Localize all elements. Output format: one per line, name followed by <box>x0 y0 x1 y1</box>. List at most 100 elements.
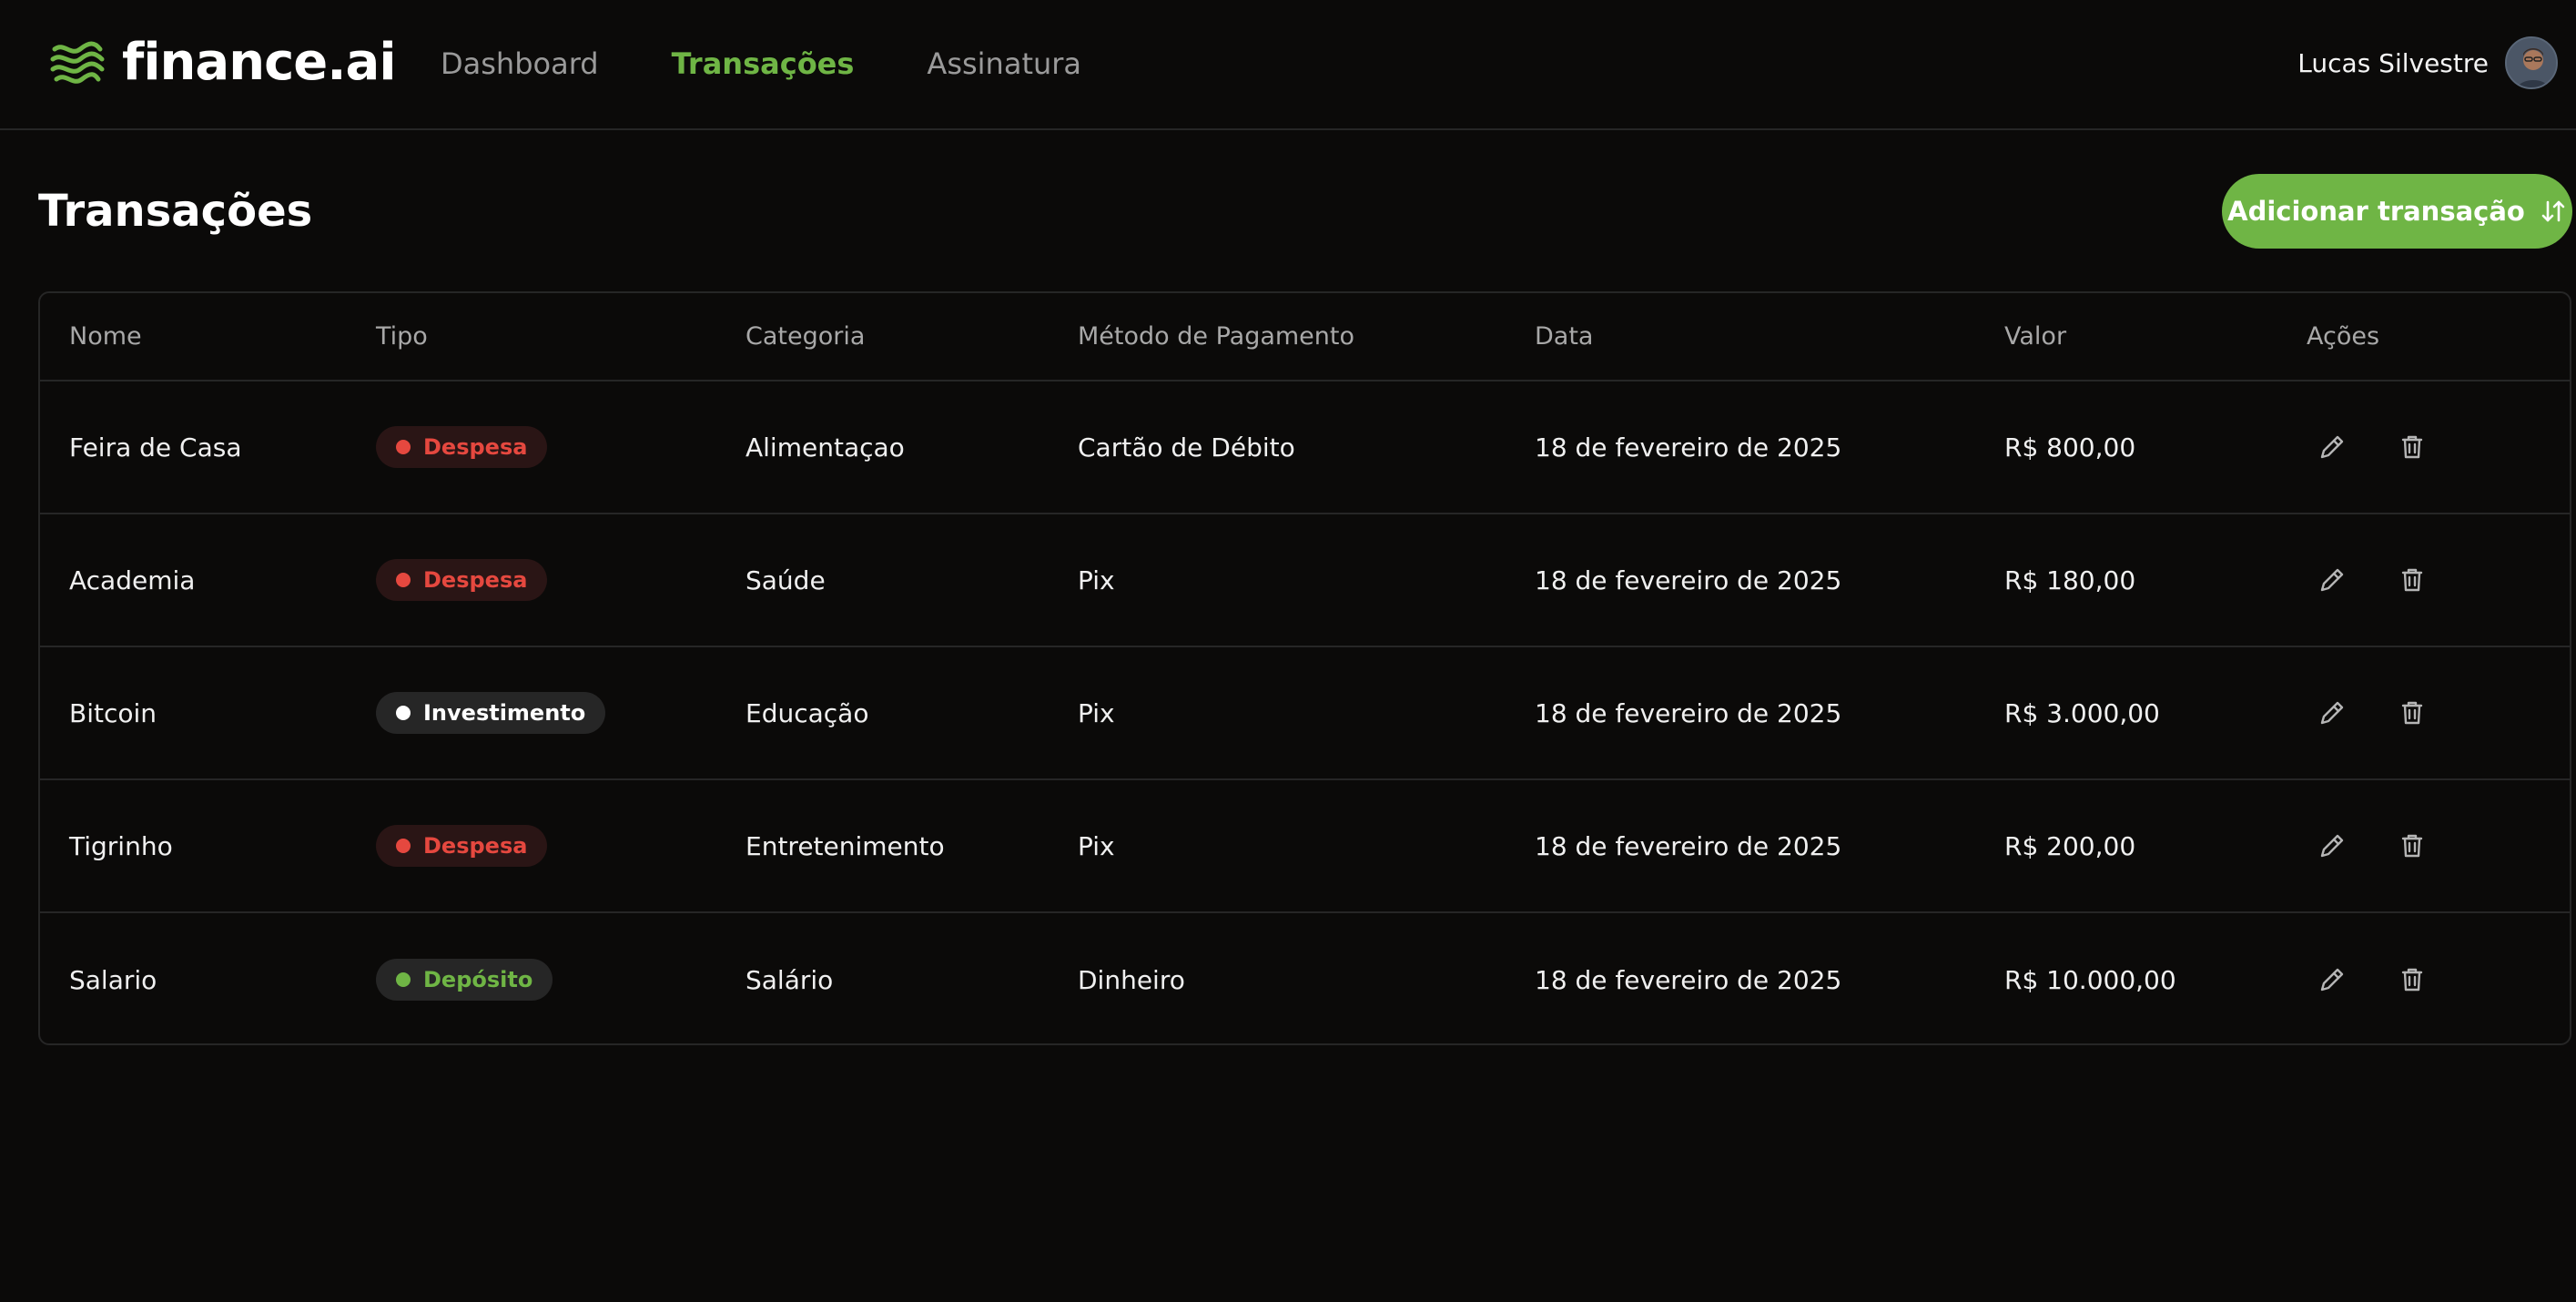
main-nav: Dashboard Transações Assinatura <box>441 44 1154 84</box>
table-row: Tigrinho Despesa Entretenimento Pix 18 de fe… <box>40 780 2570 913</box>
cell-metodo: Pix <box>1078 565 1115 595</box>
avatar-image <box>2507 38 2556 87</box>
cell-acoes <box>2307 647 2467 778</box>
type-badge: Depósito <box>376 959 553 1001</box>
cell-nome: Tigrinho <box>69 830 173 861</box>
table-row: Salario Depósito Salário Dinheiro 18 de feve… <box>40 913 2570 1043</box>
type-dot-icon <box>396 706 411 720</box>
edit-button[interactable] <box>2307 954 2358 1005</box>
edit-button[interactable] <box>2307 554 2358 605</box>
type-dot-icon <box>396 573 411 587</box>
cell-categoria: Saúde <box>745 565 826 595</box>
column-header-nome: Nome <box>69 322 142 351</box>
cell-nome: Bitcoin <box>69 697 157 728</box>
user-menu[interactable]: Lucas Silvestre <box>2297 36 2558 89</box>
cell-categoria: Entretenimento <box>745 830 945 861</box>
edit-button[interactable] <box>2307 687 2358 738</box>
nav-transacoes[interactable]: Transações <box>672 44 855 84</box>
column-header-valor: Valor <box>2004 322 2067 351</box>
page-title: Transações <box>38 186 313 237</box>
table-body: Feira de Casa Despesa Alimentaçao Cartão de… <box>40 381 2570 1043</box>
cell-nome: Salario <box>69 964 157 995</box>
cell-valor: R$ 10.000,00 <box>2004 964 2176 995</box>
trash-icon <box>2401 968 2423 992</box>
type-badge-label: Despesa <box>423 567 528 593</box>
cell-valor: R$ 180,00 <box>2004 565 2136 595</box>
delete-button[interactable] <box>2387 820 2438 871</box>
table-header-row: Nome Tipo Categoria Método de Pagamento … <box>40 293 2570 381</box>
pencil-icon <box>2320 968 2344 992</box>
table-row: Bitcoin Investimento Educação Pix 18 de feve… <box>40 647 2570 780</box>
cell-metodo: Pix <box>1078 697 1115 728</box>
cell-tipo: Despesa <box>376 780 548 911</box>
brand[interactable]: finance.ai <box>49 33 397 92</box>
trash-icon <box>2401 701 2423 725</box>
delete-button[interactable] <box>2387 687 2438 738</box>
cell-nome: Academia <box>69 565 196 595</box>
nav-dashboard[interactable]: Dashboard <box>441 44 599 84</box>
trash-icon <box>2401 568 2423 592</box>
transactions-table: Nome Tipo Categoria Método de Pagamento … <box>38 291 2571 1045</box>
app-root: finance.ai Dashboard Transações Assinatu… <box>0 0 2576 1302</box>
wave-logo-icon <box>50 41 105 84</box>
cell-categoria: Alimentaçao <box>745 432 905 463</box>
cell-tipo: Investimento <box>376 647 606 778</box>
nav-assinatura[interactable]: Assinatura <box>927 44 1081 84</box>
cell-acoes <box>2307 780 2467 911</box>
type-dot-icon <box>396 972 411 987</box>
trash-icon <box>2401 834 2423 858</box>
cell-data: 18 de fevereiro de 2025 <box>1535 697 1842 728</box>
type-dot-icon <box>396 839 411 853</box>
cell-data: 18 de fevereiro de 2025 <box>1535 432 1842 463</box>
type-dot-icon <box>396 440 411 454</box>
cell-tipo: Despesa <box>376 381 548 513</box>
delete-button[interactable] <box>2387 422 2438 473</box>
edit-button[interactable] <box>2307 820 2358 871</box>
pencil-icon <box>2320 701 2344 725</box>
cell-acoes <box>2307 913 2467 1043</box>
brand-name: finance.ai <box>122 33 397 92</box>
cell-categoria: Educação <box>745 697 869 728</box>
add-transaction-label: Adicionar transação <box>2227 196 2525 227</box>
cell-metodo: Pix <box>1078 830 1115 861</box>
top-navbar: finance.ai Dashboard Transações Assinatu… <box>0 0 2576 130</box>
cell-valor: R$ 3.000,00 <box>2004 697 2160 728</box>
type-badge-label: Depósito <box>423 967 533 992</box>
trash-icon <box>2401 435 2423 459</box>
column-header-data: Data <box>1535 322 1594 351</box>
column-header-categoria: Categoria <box>745 322 866 351</box>
avatar[interactable] <box>2505 36 2558 89</box>
cell-data: 18 de fevereiro de 2025 <box>1535 565 1842 595</box>
add-transaction-button[interactable]: Adicionar transação <box>2222 174 2572 249</box>
cell-metodo: Dinheiro <box>1078 964 1185 995</box>
cell-tipo: Despesa <box>376 514 548 646</box>
column-header-metodo: Método de Pagamento <box>1078 322 1355 351</box>
cell-tipo: Depósito <box>376 913 553 1043</box>
type-badge-label: Despesa <box>423 833 528 859</box>
cell-categoria: Salário <box>745 964 834 995</box>
cell-acoes <box>2307 514 2467 646</box>
cell-data: 18 de fevereiro de 2025 <box>1535 830 1842 861</box>
cell-nome: Feira de Casa <box>69 432 242 463</box>
type-badge: Investimento <box>376 692 606 734</box>
type-badge-label: Despesa <box>423 434 528 460</box>
cell-acoes <box>2307 381 2467 513</box>
cell-metodo: Cartão de Débito <box>1078 432 1295 463</box>
table-row: Academia Despesa Saúde Pix 18 de fevereiro d… <box>40 514 2570 647</box>
column-header-acoes: Ações <box>2307 322 2380 351</box>
pencil-icon <box>2320 834 2344 858</box>
user-name: Lucas Silvestre <box>2297 47 2489 78</box>
column-header-tipo: Tipo <box>376 322 428 351</box>
pencil-icon <box>2320 568 2344 592</box>
delete-button[interactable] <box>2387 954 2438 1005</box>
type-badge: Despesa <box>376 559 548 601</box>
type-badge-label: Investimento <box>423 700 586 726</box>
type-badge: Despesa <box>376 426 548 468</box>
cell-valor: R$ 200,00 <box>2004 830 2136 861</box>
table-row: Feira de Casa Despesa Alimentaçao Cartão de… <box>40 381 2570 514</box>
edit-button[interactable] <box>2307 422 2358 473</box>
delete-button[interactable] <box>2387 554 2438 605</box>
cell-data: 18 de fevereiro de 2025 <box>1535 964 1842 995</box>
cell-valor: R$ 800,00 <box>2004 432 2136 463</box>
sort-arrows-icon <box>2541 200 2565 222</box>
